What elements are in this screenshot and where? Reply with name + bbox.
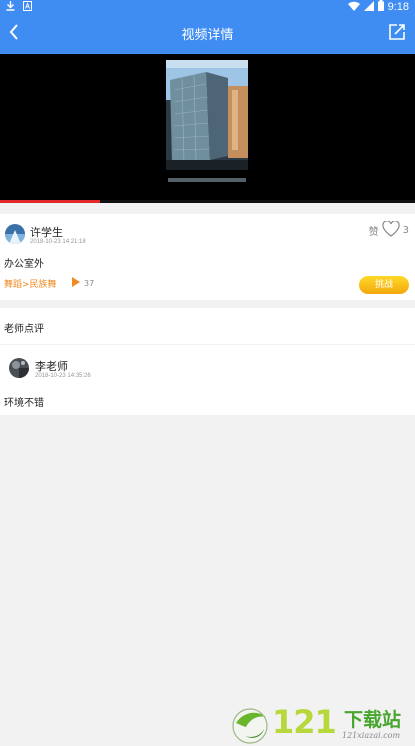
- play-count-value: 37: [84, 278, 95, 288]
- play-icon: [72, 277, 80, 289]
- watermark-url: 121xiazai.com: [342, 731, 401, 740]
- post-timestamp: 2018-10-23 14:21:18: [30, 239, 86, 245]
- video-progress-fill: [0, 200, 100, 203]
- battery-icon: [377, 0, 384, 14]
- student-name: 许学生: [30, 226, 63, 239]
- status-bar: 9:18: [0, 0, 415, 14]
- review-section-title: 老师点评: [4, 324, 44, 335]
- heart-icon: [381, 220, 400, 240]
- review-section-header: 老师点评: [0, 308, 415, 344]
- logo-globe-icon: [230, 705, 272, 746]
- category-link[interactable]: 舞蹈>民族舞: [4, 277, 57, 290]
- teacher-avatar[interactable]: [9, 358, 29, 378]
- like-label: 赞: [368, 227, 379, 238]
- share-button[interactable]: [385, 22, 409, 46]
- post-card: 许学生 2018-10-23 14:21:18 赞 3 办公室外 舞蹈>民族舞 …: [0, 214, 415, 300]
- status-time: 9:18: [387, 1, 409, 13]
- review-timestamp: 2018-10-23 14:35:26: [35, 373, 91, 379]
- watermark-brand: 下载站: [344, 709, 402, 731]
- challenge-button[interactable]: 挑战: [359, 276, 409, 294]
- video-progress-bar[interactable]: [0, 200, 415, 203]
- header-bar: 视频详情: [0, 14, 415, 54]
- watermark-logo: 121 下载站 121xiazai.com: [230, 703, 415, 746]
- like-count: 3: [402, 225, 409, 236]
- teacher-name: 李老师: [35, 360, 68, 373]
- like-button[interactable]: 赞 3: [368, 220, 409, 240]
- page-title: 视频详情: [181, 28, 234, 43]
- signal-icon: [363, 0, 374, 14]
- review-card: 李老师 2018-10-23 14:35:26 环境不错: [0, 345, 415, 415]
- post-text: 办公室外: [4, 259, 44, 270]
- video-player[interactable]: [0, 54, 415, 200]
- wifi-icon: [347, 1, 360, 14]
- student-avatar[interactable]: [5, 224, 25, 244]
- share-icon: [388, 23, 406, 45]
- video-frame: [166, 60, 248, 192]
- notification-icon: [23, 1, 32, 14]
- download-icon: [6, 1, 15, 14]
- review-comment: 环境不错: [4, 398, 44, 409]
- watermark-number: 121: [272, 703, 337, 741]
- play-count: 37: [72, 277, 94, 289]
